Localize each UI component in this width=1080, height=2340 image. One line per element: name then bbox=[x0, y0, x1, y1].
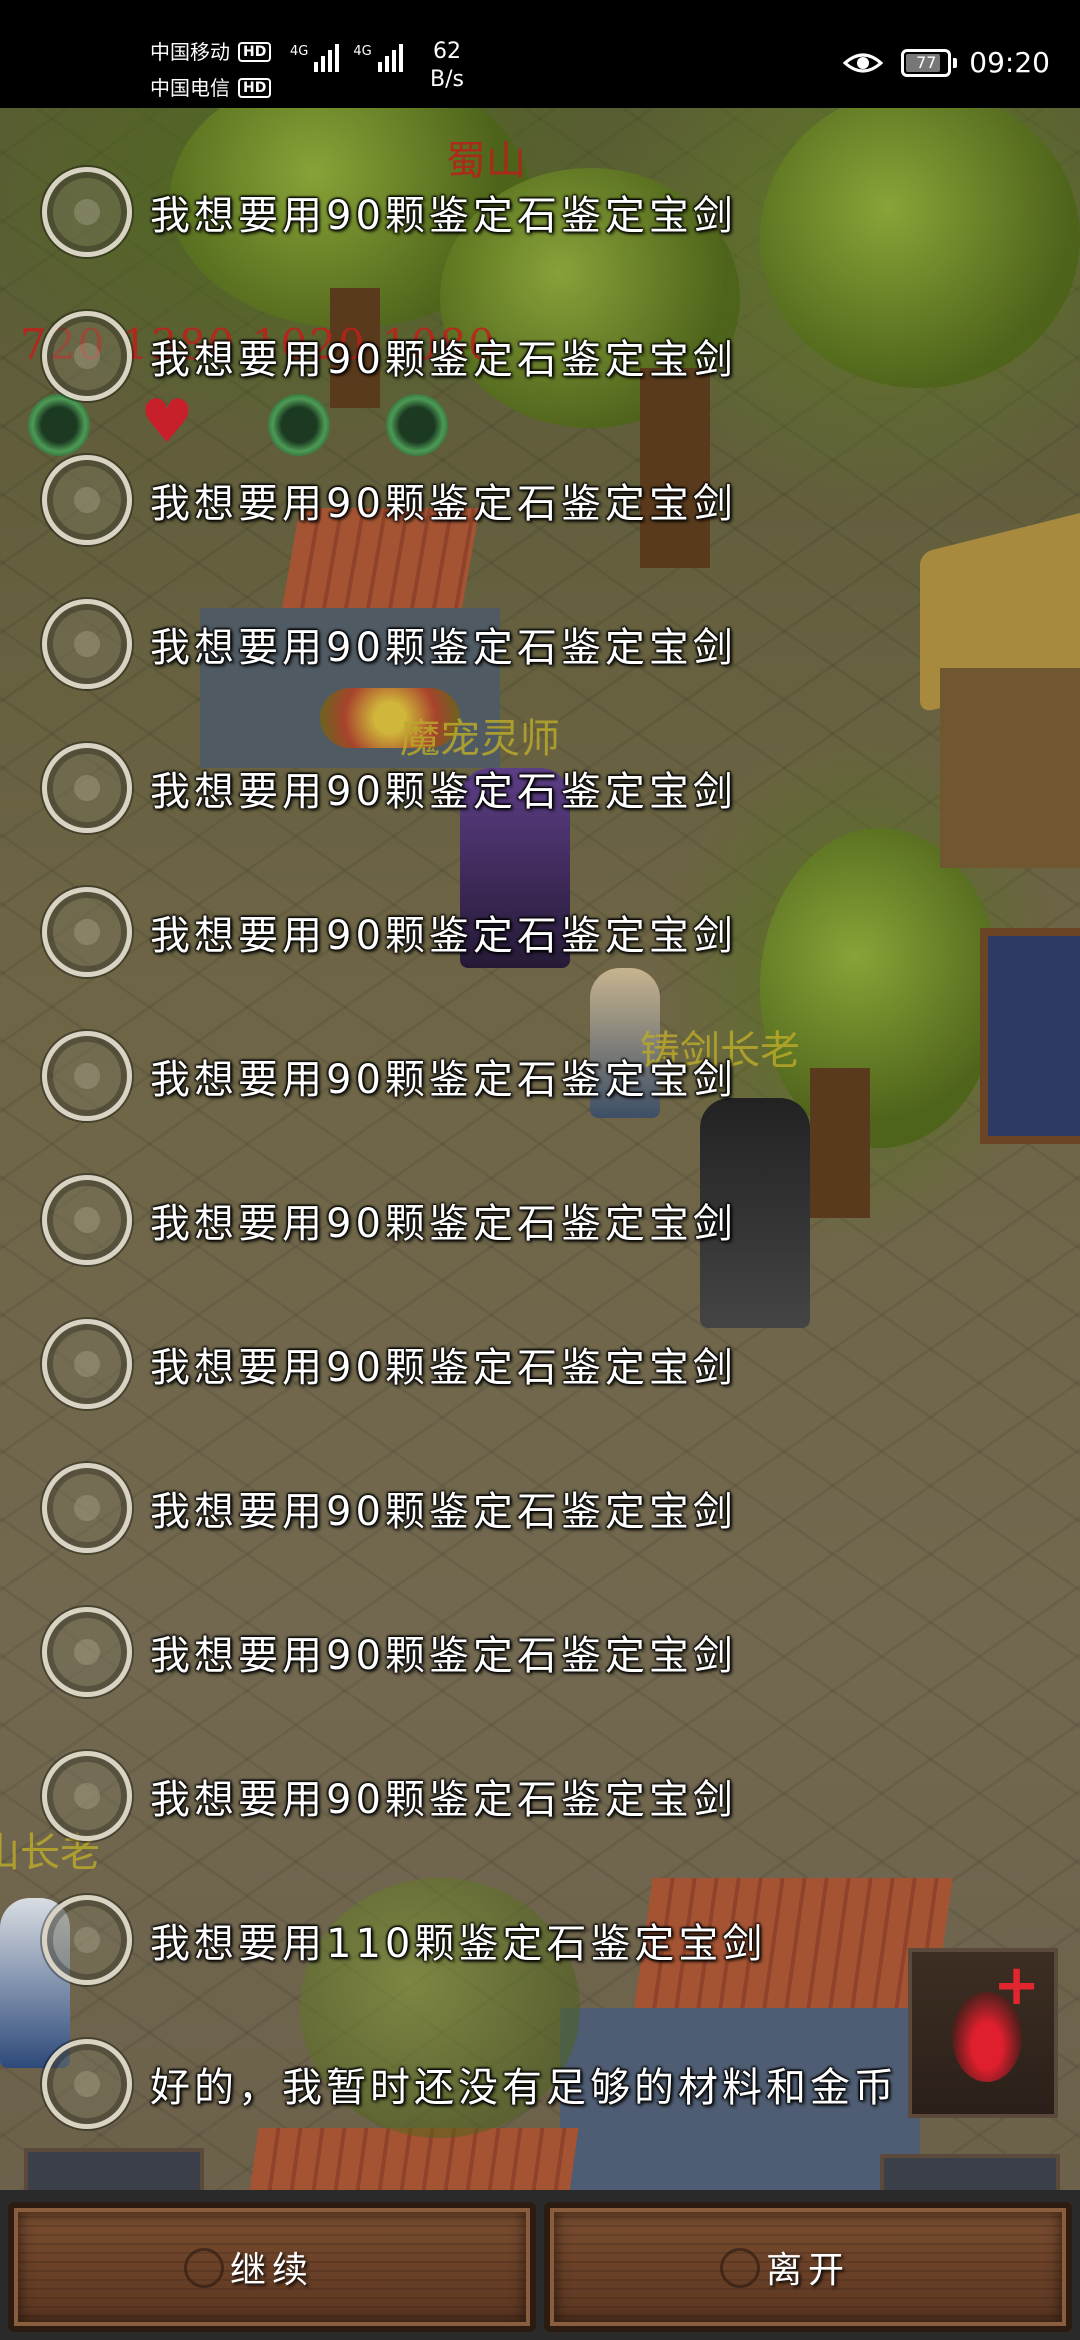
continue-label: 继续 bbox=[229, 2250, 314, 2291]
option-text[interactable]: 我想要用90颗鉴定石鉴定宝剑 bbox=[150, 327, 737, 385]
option-radio[interactable] bbox=[42, 2039, 132, 2129]
signal-1-icon: 4G bbox=[290, 44, 340, 72]
battery-level: 77 bbox=[916, 52, 937, 72]
net-speed-value: 62 bbox=[432, 39, 461, 64]
dialog-option[interactable]: 我想要用90颗鉴定石鉴定宝剑 bbox=[0, 1309, 1080, 1419]
net-speed: 62 B/s bbox=[430, 38, 464, 94]
option-radio[interactable] bbox=[42, 311, 132, 401]
option-text[interactable]: 我想要用90颗鉴定石鉴定宝剑 bbox=[150, 183, 737, 241]
dialog-option[interactable]: 我想要用90颗鉴定石鉴定宝剑 bbox=[0, 157, 1080, 267]
option-text[interactable]: 我想要用90颗鉴定石鉴定宝剑 bbox=[150, 759, 737, 817]
dialog-option[interactable]: 我想要用90颗鉴定石鉴定宝剑 bbox=[0, 589, 1080, 699]
option-text[interactable]: 我想要用90颗鉴定石鉴定宝剑 bbox=[150, 903, 737, 961]
carrier-1-name: 中国移动 bbox=[150, 40, 230, 64]
carrier-info: 中国移动 HD 中国电信 HD bbox=[150, 34, 272, 106]
dialog-option[interactable]: 我想要用90颗鉴定石鉴定宝剑 bbox=[0, 1453, 1080, 1563]
hd-badge-2: HD bbox=[238, 78, 272, 98]
wood-knot bbox=[184, 2248, 224, 2288]
leave-label: 离开 bbox=[765, 2250, 850, 2291]
dialog-option[interactable]: 我想要用90颗鉴定石鉴定宝剑 bbox=[0, 1165, 1080, 1275]
option-text[interactable]: 我想要用90颗鉴定石鉴定宝剑 bbox=[150, 1335, 737, 1393]
status-right: 77 09:20 bbox=[843, 46, 1050, 79]
status-bar: 中国移动 HD 中国电信 HD 4G 4G 62 B/s 77 09:20 bbox=[0, 0, 1080, 108]
option-radio[interactable] bbox=[42, 1175, 132, 1265]
option-radio[interactable] bbox=[42, 1607, 132, 1697]
option-radio[interactable] bbox=[42, 1031, 132, 1121]
dialog-option[interactable]: 我想要用90颗鉴定石鉴定宝剑 bbox=[0, 877, 1080, 987]
dialog-option[interactable]: 我想要用90颗鉴定石鉴定宝剑 bbox=[0, 301, 1080, 411]
option-text[interactable]: 好的，我暂时还没有足够的材料和金币 bbox=[150, 2055, 898, 2113]
battery-icon: 77 bbox=[901, 48, 958, 77]
carrier-2-name: 中国电信 bbox=[150, 76, 230, 100]
eye-comfort-icon bbox=[843, 53, 884, 72]
wood-knot bbox=[720, 2248, 760, 2288]
hd-badge-1: HD bbox=[238, 42, 272, 62]
signal-2-icon: 4G bbox=[353, 44, 403, 72]
option-text[interactable]: 我想要用90颗鉴定石鉴定宝剑 bbox=[150, 1767, 737, 1825]
option-radio[interactable] bbox=[42, 1463, 132, 1553]
option-radio[interactable] bbox=[42, 1319, 132, 1409]
option-text[interactable]: 我想要用90颗鉴定石鉴定宝剑 bbox=[150, 1479, 737, 1537]
dialog-option[interactable]: 我想要用90颗鉴定石鉴定宝剑 bbox=[0, 1741, 1080, 1851]
option-text[interactable]: 我想要用110颗鉴定石鉴定宝剑 bbox=[150, 1911, 766, 1969]
clock: 09:20 bbox=[969, 46, 1050, 79]
leave-button[interactable]: 离开 bbox=[544, 2202, 1072, 2332]
signal-indicators: 4G 4G bbox=[290, 44, 403, 72]
option-text[interactable]: 我想要用90颗鉴定石鉴定宝剑 bbox=[150, 471, 737, 529]
option-text[interactable]: 我想要用90颗鉴定石鉴定宝剑 bbox=[150, 1047, 737, 1105]
dialog-option[interactable]: 我想要用110颗鉴定石鉴定宝剑 bbox=[0, 1885, 1080, 1995]
option-radio[interactable] bbox=[42, 743, 132, 833]
net-speed-unit: B/s bbox=[430, 67, 464, 92]
continue-button[interactable]: 继续 bbox=[8, 2202, 536, 2332]
net-type-2: 4G bbox=[353, 44, 372, 59]
carrier-row-1: 中国移动 HD bbox=[150, 34, 272, 70]
option-text[interactable]: 我想要用90颗鉴定石鉴定宝剑 bbox=[150, 615, 737, 673]
dialog-option[interactable]: 好的，我暂时还没有足够的材料和金币 bbox=[0, 2029, 1080, 2139]
option-text[interactable]: 我想要用90颗鉴定石鉴定宝剑 bbox=[150, 1191, 737, 1249]
dialog-option[interactable]: 我想要用90颗鉴定石鉴定宝剑 bbox=[0, 1597, 1080, 1707]
option-radio[interactable] bbox=[42, 1751, 132, 1841]
net-type-1: 4G bbox=[290, 44, 309, 59]
carrier-row-2: 中国电信 HD bbox=[150, 70, 272, 106]
option-radio[interactable] bbox=[42, 887, 132, 977]
dialog-option[interactable]: 我想要用90颗鉴定石鉴定宝剑 bbox=[0, 733, 1080, 843]
dialog-option[interactable]: 我想要用90颗鉴定石鉴定宝剑 bbox=[0, 445, 1080, 555]
option-radio[interactable] bbox=[42, 1895, 132, 1985]
dialog-option[interactable]: 我想要用90颗鉴定石鉴定宝剑 bbox=[0, 1021, 1080, 1131]
bottom-bar: 继续 离开 bbox=[0, 2190, 1080, 2340]
option-text[interactable]: 我想要用90颗鉴定石鉴定宝剑 bbox=[150, 1623, 737, 1681]
option-radio[interactable] bbox=[42, 455, 132, 545]
option-radio[interactable] bbox=[42, 599, 132, 689]
option-radio[interactable] bbox=[42, 167, 132, 257]
